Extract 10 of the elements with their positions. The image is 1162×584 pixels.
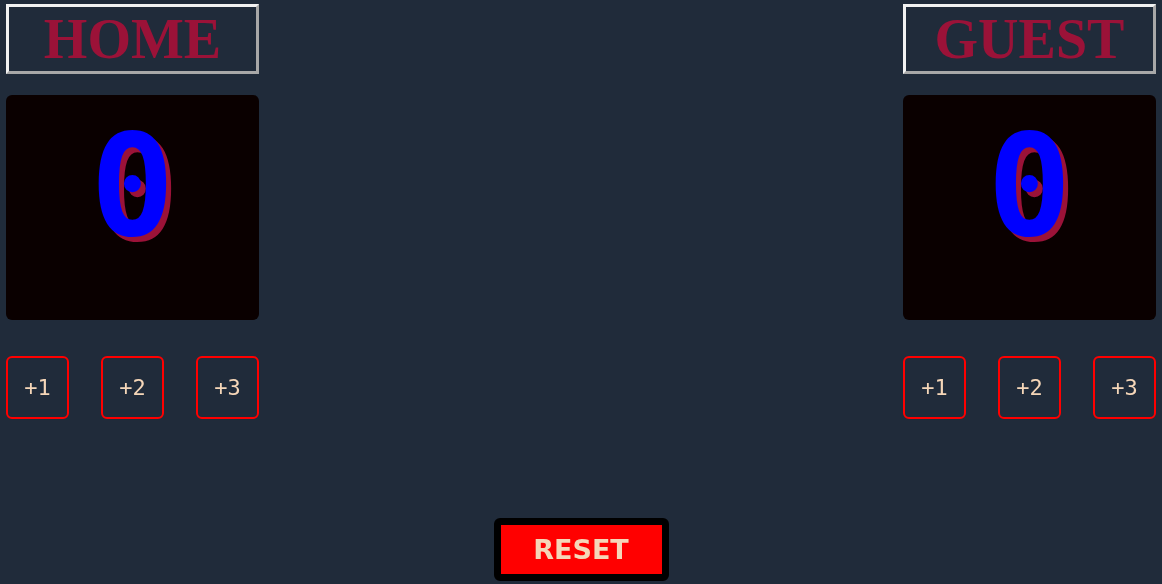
score: 0 [90,117,175,257]
add-points-button[interactable]: +1 [6,356,69,419]
add-points-button[interactable]: +1 [903,356,966,419]
add-points-button[interactable]: +2 [101,356,164,419]
team-name: HOME [6,4,259,74]
add-points-button[interactable]: +3 [196,356,259,419]
team-name: GUEST [903,4,1156,74]
score: 0 [987,117,1072,257]
add-points-button[interactable]: +2 [998,356,1061,419]
add-points-button[interactable]: +3 [1093,356,1156,419]
